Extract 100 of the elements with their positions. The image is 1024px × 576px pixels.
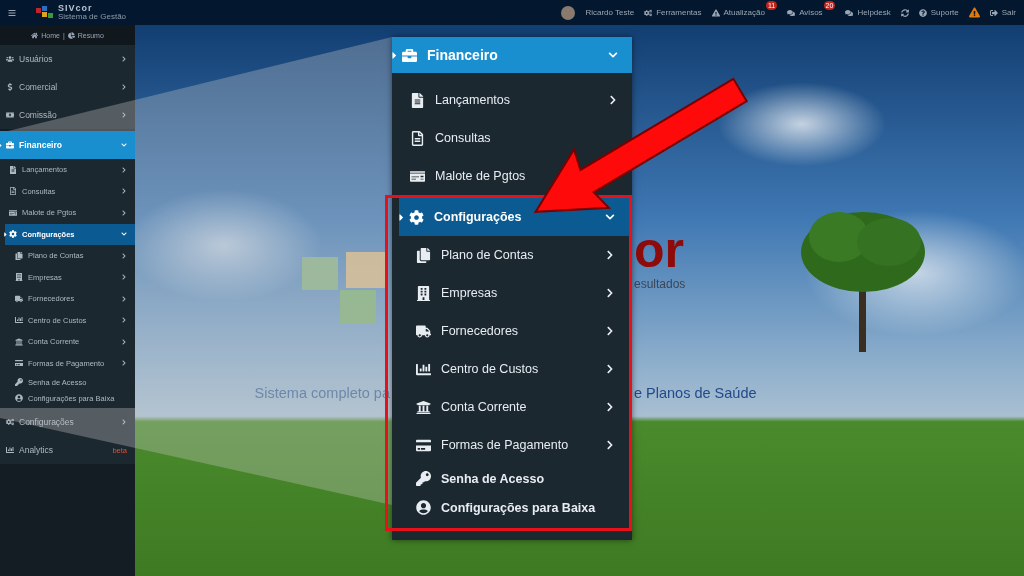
key-icon — [416, 471, 431, 486]
warning-icon[interactable] — [968, 7, 980, 18]
menu-icon[interactable] — [8, 8, 16, 17]
link-label: Avisos — [799, 8, 823, 17]
menu-item[interactable]: Fornecedores — [392, 312, 629, 350]
briefcase-icon — [6, 141, 14, 149]
chevron-right-icon — [121, 84, 127, 90]
menu-label: Malote de Pgtos — [435, 169, 527, 183]
menu-item[interactable]: Consultas — [392, 119, 632, 157]
chevron-down-icon — [121, 142, 127, 148]
chevron-right-icon — [605, 440, 615, 450]
menu-item[interactable]: Malote de Pgtos — [392, 157, 632, 195]
menu-item[interactable]: Conta Corrente — [392, 388, 629, 426]
logo-tagline: esultados — [634, 277, 686, 291]
chevron-right-icon — [121, 338, 127, 345]
chevron-right-icon — [121, 419, 127, 425]
link-label: Sair — [1001, 8, 1016, 17]
home-icon — [31, 31, 39, 39]
document-icon — [9, 165, 17, 174]
truck-icon — [416, 323, 431, 339]
toolbar-link[interactable]: Suporte — [918, 8, 959, 17]
menu-item[interactable]: Configurações — [0, 408, 135, 436]
toolbar-link[interactable]: Sair — [989, 8, 1016, 17]
chevron-down-icon — [121, 231, 127, 238]
pie-chart-icon — [67, 31, 75, 39]
menu-item[interactable]: Configurações — [399, 198, 629, 236]
menu-item[interactable]: Senha de Acesso — [392, 464, 629, 493]
link-label: Helpdesk — [857, 8, 891, 17]
chat-icon — [787, 8, 796, 17]
chevron-right-icon — [121, 188, 127, 195]
chevron-right-icon — [121, 317, 127, 324]
warning-icon — [711, 8, 720, 17]
briefcase-icon — [402, 47, 417, 63]
menu-label: Configurações — [434, 210, 523, 224]
menu-label: Fornecedores — [441, 324, 520, 338]
document-icon — [410, 130, 425, 146]
toolbar-link[interactable]: Avisos — [787, 8, 823, 17]
chevron-down-icon — [605, 212, 615, 222]
card-icon — [410, 168, 425, 184]
chevron-right-icon — [121, 166, 127, 173]
bar-chart-icon — [15, 316, 23, 325]
menu-label: Financeiro — [427, 47, 499, 63]
chevron-down-icon — [608, 50, 618, 60]
chevron-right-icon — [608, 95, 618, 105]
toolbar-link[interactable]: Helpdesk — [845, 8, 891, 17]
chevron-right-icon — [605, 402, 615, 412]
menu-label: Lançamentos — [435, 93, 512, 107]
menu-item[interactable]: Comissão — [0, 101, 135, 129]
menu-item[interactable]: Empresas — [392, 274, 629, 312]
link-label: Atualização — [723, 8, 765, 17]
document-icon — [9, 187, 17, 196]
menu-label: Usuários — [19, 54, 54, 64]
menu-item[interactable]: Plano de Contas — [392, 236, 629, 274]
menu-label: Empresas — [441, 286, 499, 300]
gears-icon — [644, 8, 653, 17]
menu-label: Consultas — [435, 131, 492, 145]
menu-label: Plano de Contas — [441, 248, 535, 262]
credit-card-icon — [15, 359, 23, 368]
app-subtitle: Sistema de Gestão — [58, 13, 127, 21]
chevron-right-icon — [121, 112, 127, 118]
gear-icon — [9, 230, 17, 239]
menu-label: Comercial — [19, 82, 59, 92]
logo-text: or — [634, 225, 685, 275]
document-icon — [410, 92, 425, 108]
truck-icon — [15, 294, 23, 303]
menu-item[interactable]: Financeiro — [392, 37, 632, 73]
menu-label: Analytics — [19, 445, 54, 455]
chevron-right-icon — [605, 250, 615, 260]
menu-label: Formas de Pagamento — [441, 438, 570, 452]
chevron-right-icon — [605, 326, 615, 336]
link-label: Ferramentas — [656, 8, 702, 17]
toolbar-link[interactable]: Atualização — [711, 8, 765, 17]
key-icon — [15, 378, 23, 386]
menu-label: Configurações — [19, 417, 75, 427]
menu-item[interactable]: Financeiro — [0, 131, 135, 159]
menu-item[interactable]: Formas de Pagamento — [392, 426, 629, 464]
avatar[interactable] — [561, 5, 576, 20]
chevron-right-icon — [121, 209, 127, 216]
gear-icon — [409, 209, 424, 225]
building-icon — [416, 285, 431, 301]
menu-item[interactable]: Lançamentos — [392, 81, 632, 119]
slogan-text: e Planos de Saúde — [634, 385, 757, 401]
logo-icon — [36, 5, 54, 20]
refresh-icon[interactable] — [900, 8, 909, 17]
user-link[interactable]: Ricardo Teste — [585, 8, 635, 17]
dollar-icon — [6, 83, 14, 91]
menu-item[interactable]: Configurações para Baixa — [392, 493, 629, 522]
chevron-right-icon — [121, 274, 127, 281]
chevron-right-icon — [605, 288, 615, 298]
toolbar-link[interactable]: Ferramentas — [644, 8, 702, 17]
arrow-icon — [533, 77, 749, 213]
chevron-right-icon — [605, 364, 615, 374]
menu-item[interactable]: Usuários — [0, 45, 135, 73]
copy-icon — [416, 247, 431, 263]
card-icon — [9, 208, 17, 217]
banknote-icon — [6, 111, 14, 119]
menu-item[interactable]: Centro de Custos — [392, 350, 629, 388]
menu-label: Conta Corrente — [441, 400, 528, 414]
menu-item[interactable]: Comercial — [0, 73, 135, 101]
bar-chart-icon — [6, 446, 14, 454]
